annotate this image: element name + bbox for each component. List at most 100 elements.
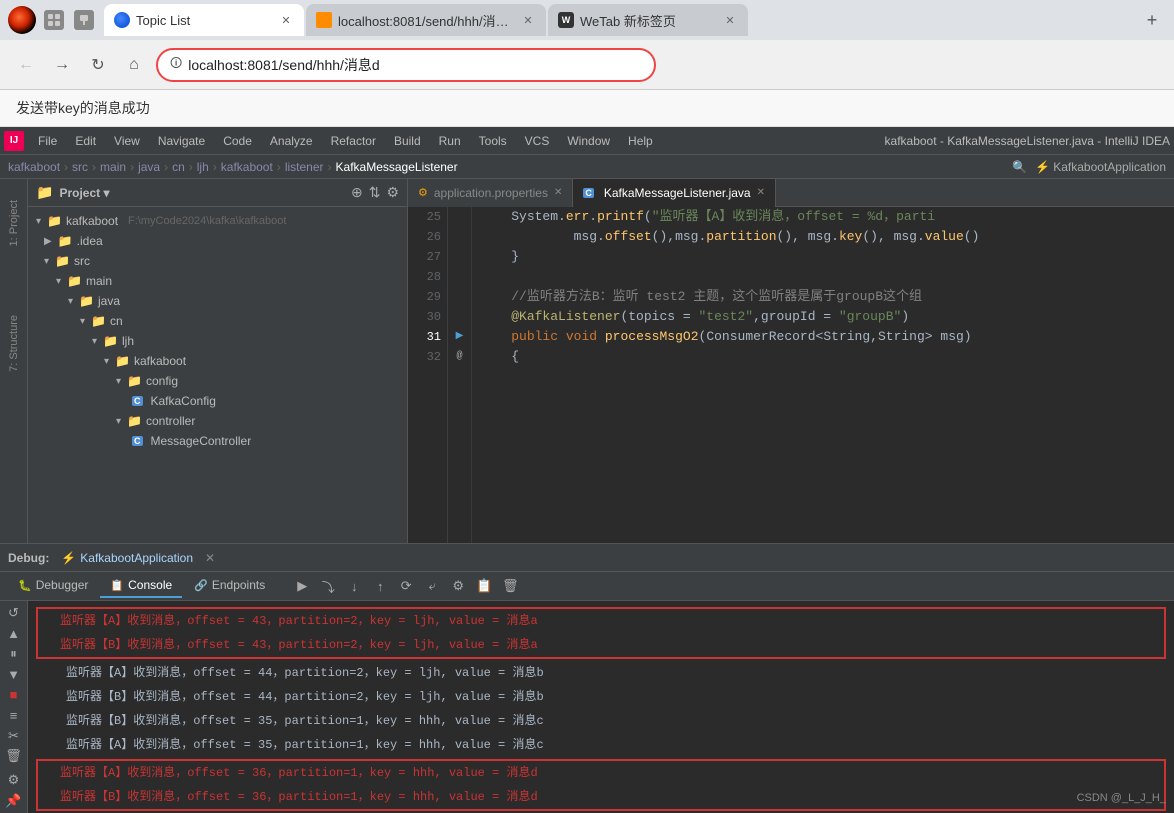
tab-close-java[interactable]: ✕ <box>757 187 765 198</box>
side-tab-project[interactable]: 1: Project <box>2 183 26 263</box>
debug-btn-5[interactable]: ⤶ <box>421 575 443 597</box>
forward-button[interactable]: → <box>48 51 76 79</box>
breadcrumb-current-file[interactable]: KafkaMessageListener <box>336 160 458 174</box>
debug-list-btn[interactable]: ≡ <box>3 707 25 723</box>
tab-topic-list[interactable]: Topic List ✕ <box>104 4 304 36</box>
tree-controller[interactable]: ▾ 📁 controller <box>28 411 407 431</box>
menu-file[interactable]: File <box>30 132 65 150</box>
panel-settings-icon[interactable]: ⚙ <box>386 184 399 201</box>
tree-config[interactable]: ▾ 📁 config <box>28 371 407 391</box>
debug-stop-btn[interactable]: ■ <box>3 687 25 703</box>
console-output[interactable]: 监听器【A】收到消息，offset = 43，partition=2，key =… <box>28 601 1174 813</box>
tree-cn[interactable]: ▾ 📁 cn <box>28 311 407 331</box>
folder-icon: 📁 <box>36 184 53 201</box>
debug-settings-btn[interactable]: ⚙ <box>3 772 25 788</box>
debug-scissor-btn[interactable]: ✂ <box>3 727 25 743</box>
menu-tools[interactable]: Tools <box>471 132 515 150</box>
breadcrumb-listener[interactable]: listener <box>285 160 324 174</box>
back-button[interactable]: ← <box>12 51 40 79</box>
line-num-28: 28 <box>414 267 441 287</box>
home-button[interactable]: ⌂ <box>120 51 148 79</box>
tree-src[interactable]: ▾ 📁 src <box>28 251 407 271</box>
debug-resume-btn[interactable]: ▶ <box>291 575 313 597</box>
debug-app-name[interactable]: ⚡ KafkabootApplication <box>61 551 193 565</box>
tab-pin-icon[interactable] <box>74 10 94 30</box>
breadcrumb-main[interactable]: main <box>100 160 126 174</box>
breadcrumb-cn[interactable]: cn <box>172 160 185 174</box>
debug-step-over-btn[interactable]: ⤵ <box>317 575 339 597</box>
breadcrumb-src[interactable]: src <box>72 160 88 174</box>
panel-add-icon[interactable]: ⊕ <box>351 184 363 201</box>
tree-java[interactable]: ▾ 📁 java <box>28 291 407 311</box>
menu-run[interactable]: Run <box>431 132 469 150</box>
menu-analyze[interactable]: Analyze <box>262 132 321 150</box>
menu-edit[interactable]: Edit <box>67 132 104 150</box>
debug-trash-btn[interactable]: 🗑 <box>3 748 25 764</box>
menu-refactor[interactable]: Refactor <box>323 132 384 150</box>
debug-panel: Debug: ⚡ KafkabootApplication ✕ 🐛Debugge… <box>0 543 1174 813</box>
tree-kafkaboot[interactable]: ▾ 📁 kafkaboot <box>28 351 407 371</box>
console-line-4: 监听器【B】收到消息，offset = 44，partition=2，key =… <box>36 685 1166 709</box>
breadcrumb-ljh[interactable]: ljh <box>197 160 209 174</box>
debug-down-btn[interactable]: ▼ <box>3 666 25 682</box>
breadcrumb-action-1[interactable]: 🔍 <box>1012 160 1027 174</box>
tree-ljh[interactable]: ▾ 📁 ljh <box>28 331 407 351</box>
tree-root[interactable]: ▾ 📁 kafkaboot F:\myCode2024\kafka\kafkab… <box>28 211 407 231</box>
new-tab-button[interactable]: + <box>1138 6 1166 34</box>
tree-arrow-root: ▾ <box>36 216 41 227</box>
tab-group-icon[interactable] <box>44 10 64 30</box>
panel-sync-icon[interactable]: ⇅ <box>369 184 381 201</box>
tree-kafkaconfig[interactable]: C KafkaConfig <box>28 391 407 411</box>
debug-pause-btn[interactable]: ⏸ <box>3 646 25 662</box>
debug-tab-console[interactable]: 📋Console <box>100 574 182 598</box>
success-message: 发送带key的消息成功 <box>0 90 1174 127</box>
debug-tab-endpoints[interactable]: 🔗Endpoints <box>184 574 275 598</box>
debug-btn-6[interactable]: ⚙ <box>447 575 469 597</box>
debug-pin-btn[interactable]: 📌 <box>3 793 25 809</box>
tree-messagecontroller[interactable]: C MessageController <box>28 431 407 451</box>
gutter-run-icon[interactable]: ▶ <box>448 327 471 347</box>
code-content[interactable]: System.err.printf("监听器【A】收到消息，offset = %… <box>472 207 1174 543</box>
tab-close-properties[interactable]: ✕ <box>554 187 562 198</box>
debug-tab-debugger[interactable]: 🐛Debugger <box>8 574 98 598</box>
tab-close-1[interactable]: ✕ <box>278 12 294 28</box>
menu-view[interactable]: View <box>106 132 148 150</box>
debug-btn-4[interactable]: ⟳ <box>395 575 417 597</box>
tab-wetab[interactable]: W WeTab 新标签页 ✕ <box>548 4 748 36</box>
debug-restart-btn[interactable]: ↺ <box>3 605 25 621</box>
tree-idea[interactable]: ▶ 📁 .idea <box>28 231 407 251</box>
browser-chrome: Topic List ✕ localhost:8081/send/hhh/消息d… <box>0 0 1174 127</box>
breadcrumb-kafkaboot[interactable]: kafkaboot <box>8 160 60 174</box>
menu-code[interactable]: Code <box>215 132 260 150</box>
console-line-6: 监听器【A】收到消息，offset = 35，partition=1，key =… <box>36 733 1166 757</box>
menu-vcs[interactable]: VCS <box>517 132 558 150</box>
tab-close-2[interactable]: ✕ <box>520 12 536 28</box>
menu-navigate[interactable]: Navigate <box>150 132 213 150</box>
debug-btn-7[interactable]: 📋 <box>473 575 495 597</box>
tab-localhost[interactable]: localhost:8081/send/hhh/消息d ✕ <box>306 4 546 36</box>
line-num-29: 29 <box>414 287 441 307</box>
code-line-30: @KafkaListener(topics = "test2",groupId … <box>480 307 1166 327</box>
debug-step-out-btn[interactable]: ↑ <box>369 575 391 597</box>
menu-help[interactable]: Help <box>620 132 661 150</box>
ide-menubar: IJ File Edit View Navigate Code Analyze … <box>0 127 1174 155</box>
url-bar[interactable]: 🛈 localhost:8081/send/hhh/消息d <box>156 48 656 82</box>
menu-window[interactable]: Window <box>559 132 618 150</box>
breadcrumb-kafkaboot-app[interactable]: ⚡ KafkabootApplication <box>1035 160 1166 174</box>
reload-button[interactable]: ↻ <box>84 51 112 79</box>
breadcrumb-java[interactable]: java <box>138 160 160 174</box>
editor-tab-java[interactable]: C KafkaMessageListener.java ✕ <box>573 179 776 207</box>
editor-tab-properties[interactable]: ⚙ application.properties ✕ <box>408 179 573 207</box>
panel-title: Project ▾ <box>59 186 345 200</box>
tab-close-3[interactable]: ✕ <box>722 12 738 28</box>
debug-up-btn[interactable]: ▲ <box>3 625 25 641</box>
breadcrumb-kafkaboot2[interactable]: kafkaboot <box>221 160 273 174</box>
menu-build[interactable]: Build <box>386 132 429 150</box>
tree-main[interactable]: ▾ 📁 main <box>28 271 407 291</box>
code-line-26: msg.offset(),msg.partition(), msg.key(),… <box>480 227 1166 247</box>
debug-step-into-btn[interactable]: ↓ <box>343 575 365 597</box>
side-tab-structure[interactable]: 7: Structure <box>2 303 26 383</box>
debug-close-button[interactable]: ✕ <box>205 551 215 565</box>
debug-btn-8[interactable]: 🗑 <box>499 575 521 597</box>
breadcrumb-right-actions: 🔍 ⚡ KafkabootApplication <box>1012 160 1166 174</box>
